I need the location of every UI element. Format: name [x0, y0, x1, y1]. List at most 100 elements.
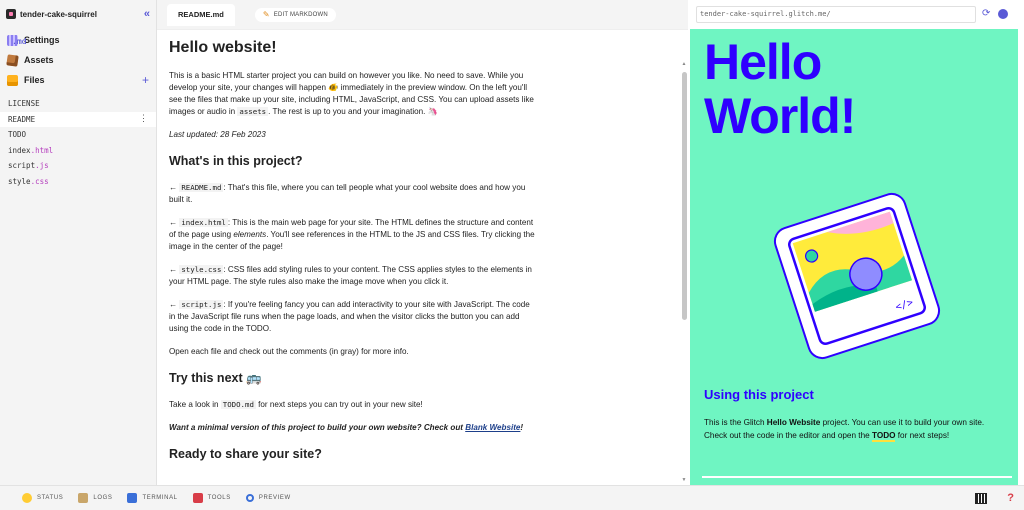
item-text: : If you're feeling fancy you can add in… [169, 299, 530, 333]
file-code: README.md [179, 183, 224, 193]
preview-panel: tender-cake-squirrel.glitch.me/ ⟳ Hello … [688, 0, 1024, 485]
next-text: for next steps you can try out in your n… [255, 400, 423, 410]
last-updated: Last updated: 28 Feb 2023 [169, 129, 535, 141]
scroll-thumb[interactable] [682, 72, 687, 320]
files-icon [7, 74, 18, 86]
desc-text: for next steps! [895, 431, 950, 441]
edit-markdown-button[interactable]: ✎ EDIT MARKDOWN [254, 7, 336, 22]
status-button[interactable]: STATUS [22, 493, 63, 503]
editor-tabs: README.md ✎ EDIT MARKDOWN [157, 0, 688, 30]
next-text: Take a look in [169, 400, 221, 410]
readme-title: Hello website! [169, 39, 277, 56]
sidebar-item-files[interactable]: Files + [0, 70, 156, 90]
terminal-label: TERMINAL [142, 495, 178, 501]
list-item: ← README.md: That's this file, where you… [169, 182, 535, 206]
arrow-icon: ← [169, 217, 178, 227]
preview-site: Hello World! </> Using this project This… [690, 29, 1022, 485]
logs-icon [78, 493, 89, 503]
unicorn-emoji-icon: 🦄 [427, 106, 438, 116]
next-paragraph: Take a look in TODO.md for next steps yo… [169, 399, 535, 411]
preview-label: PREVIEW [258, 495, 291, 501]
blank-website-link[interactable]: Blank Website [465, 423, 520, 432]
refresh-icon[interactable]: ⟳ [982, 9, 992, 19]
preview-button[interactable]: PREVIEW [245, 494, 291, 502]
item-text: : That's this file, where you can tell p… [169, 183, 526, 204]
illustration-image[interactable]: </> [762, 181, 952, 371]
arrow-icon: ← [169, 299, 178, 309]
file-ext: .html [30, 145, 54, 155]
preview-url-input[interactable]: tender-cake-squirrel.glitch.me/ [696, 5, 976, 23]
hello-world-text: Hello World! [704, 34, 856, 144]
item-text: : CSS files add styling rules to your co… [169, 264, 532, 286]
tab-readme[interactable]: README.md [167, 3, 235, 26]
project-header[interactable]: tender-cake-squirrel « [0, 0, 156, 28]
todo-code: TODO.md [220, 400, 256, 410]
file-item-license[interactable]: LICENSE [0, 96, 156, 112]
arrow-icon: ← [169, 264, 178, 274]
last-updated-text: Last updated: 28 Feb 2023 [169, 129, 266, 139]
section-heading-project: What's in this project? [169, 153, 303, 168]
editor-scrollbar[interactable]: ▲ ▼ [680, 30, 688, 485]
tools-button[interactable]: TOOLS [192, 493, 231, 503]
sidebar-item-label: Files [24, 75, 45, 85]
logs-label: LOGS [93, 495, 113, 501]
arrow-icon: ← [169, 183, 178, 193]
file-item-style[interactable]: style .css [0, 174, 156, 190]
collapse-sidebar-button[interactable]: « [144, 8, 150, 20]
desc-bold: Hello Website [766, 418, 821, 427]
preview-description: This is the Glitch Hello Website project… [704, 416, 1004, 443]
file-name: script [8, 161, 36, 171]
file-name: TODO [8, 130, 27, 140]
project-name[interactable]: tender-cake-squirrel [20, 10, 97, 19]
footer-divider [702, 476, 1012, 478]
file-options-icon[interactable]: ⋮ [139, 114, 148, 124]
list-item: ← index.html: This is the main web page … [169, 217, 535, 253]
preview-icon [245, 494, 254, 502]
project-logo-icon [6, 9, 16, 19]
sidebar-item-label: Assets [24, 55, 54, 65]
assets-code: assets [237, 106, 269, 116]
file-name: LICENSE [8, 99, 40, 109]
preview-scrollbar[interactable] [1018, 29, 1022, 485]
help-icon[interactable]: ? [1007, 492, 1014, 504]
pencil-icon: ✎ [262, 10, 270, 19]
terminal-button[interactable]: TERMINAL [127, 493, 177, 503]
section-heading-next: Try this next 🚌 [169, 369, 535, 388]
scroll-down-icon[interactable]: ▼ [681, 477, 687, 483]
bottom-right-tools: ? [975, 492, 1014, 504]
file-list: LICENSE README .md ⋮ TODO .md index .html s… [0, 36, 156, 190]
file-ext: .js [35, 161, 49, 171]
add-file-button[interactable]: + [142, 73, 149, 87]
file-item-readme[interactable]: README .md ⋮ [0, 36, 156, 127]
minimal-text: Want a minimal version of this project t… [169, 423, 466, 433]
preview-url-bar: tender-cake-squirrel.glitch.me/ ⟳ [688, 0, 1024, 28]
edit-markdown-label: EDIT MARKDOWN [273, 11, 328, 18]
todo-link[interactable]: TODO [871, 431, 896, 443]
desc-text: This is the Glitch [704, 418, 767, 427]
using-project-heading: Using this project [704, 387, 814, 402]
sidebar: tender-cake-squirrel « Settings Assets F… [0, 0, 157, 485]
sidebar-item-assets[interactable]: Assets [0, 50, 156, 70]
scroll-up-icon[interactable]: ▲ [681, 61, 687, 67]
file-code: style.css [179, 264, 224, 274]
keyboard-shortcuts-icon[interactable] [975, 492, 988, 504]
file-item-todo[interactable]: TODO .md [0, 36, 156, 143]
item-emphasis: elements [233, 229, 267, 239]
assets-icon [6, 53, 19, 67]
hello-world-heading: Hello World! [704, 35, 904, 143]
bottom-toolbar: STATUS LOGS TERMINAL TOOLS PREVIEW ? [0, 485, 1024, 510]
bus-emoji-icon: 🚌 [246, 370, 262, 385]
minimal-paragraph: Want a minimal version of this project t… [169, 422, 535, 434]
heading-text: Try this next [169, 370, 243, 385]
file-item-script[interactable]: script .js [0, 158, 156, 174]
terminal-icon [127, 493, 138, 503]
file-ext: .css [30, 176, 49, 186]
section-heading-share: Ready to share your site? [169, 447, 322, 462]
file-code: index.html [179, 217, 228, 227]
file-name: README [8, 114, 36, 124]
file-item-index[interactable]: index .html [0, 143, 156, 159]
logs-button[interactable]: LOGS [78, 493, 112, 503]
glitch-logo-icon[interactable] [998, 9, 1008, 19]
tools-label: TOOLS [207, 495, 231, 501]
list-item: ← style.css: CSS files add styling rules… [169, 264, 535, 288]
